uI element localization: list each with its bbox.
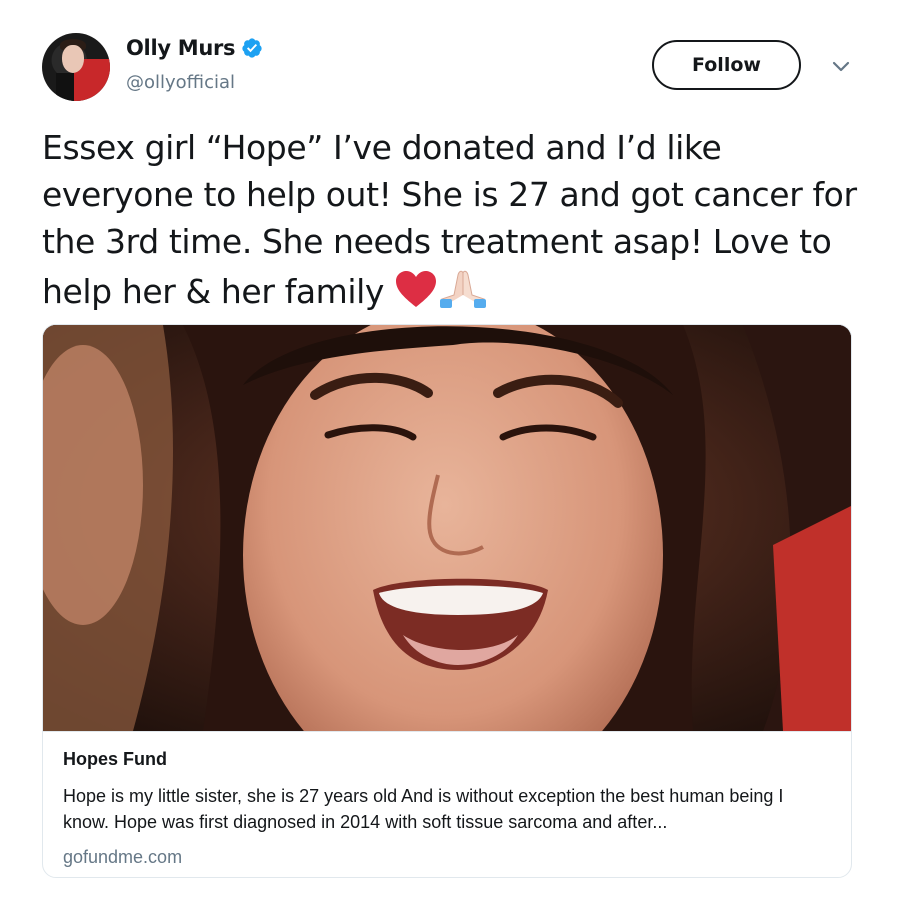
card-photo-graphic [43, 325, 851, 731]
card-description: Hope is my little sister, she is 27 year… [63, 786, 784, 832]
author-display-name[interactable]: Olly Murs [126, 36, 236, 60]
card-photo [43, 325, 851, 731]
follow-button[interactable]: Follow [652, 40, 801, 90]
verified-badge-icon [242, 38, 262, 58]
folded-hands-icon [440, 270, 487, 308]
red-heart-icon [396, 271, 437, 307]
card-title: Hopes Fund [63, 749, 167, 769]
avatar[interactable] [42, 33, 110, 101]
author-name-row[interactable]: Olly Murs [126, 36, 263, 60]
link-card[interactable]: Hopes Fund Hope is my little sister, she… [42, 324, 852, 878]
tweet-text: Essex girl “Hope” I’ve donated and I’d l… [42, 124, 862, 315]
card-body: Hopes Fund Hope is my little sister, she… [43, 731, 851, 877]
avatar-collar [56, 73, 76, 101]
card-domain: gofundme.com [63, 847, 183, 867]
author-handle[interactable]: @ollyofficial [126, 72, 235, 93]
avatar-face [62, 45, 84, 73]
chevron-down-icon[interactable] [831, 60, 851, 74]
